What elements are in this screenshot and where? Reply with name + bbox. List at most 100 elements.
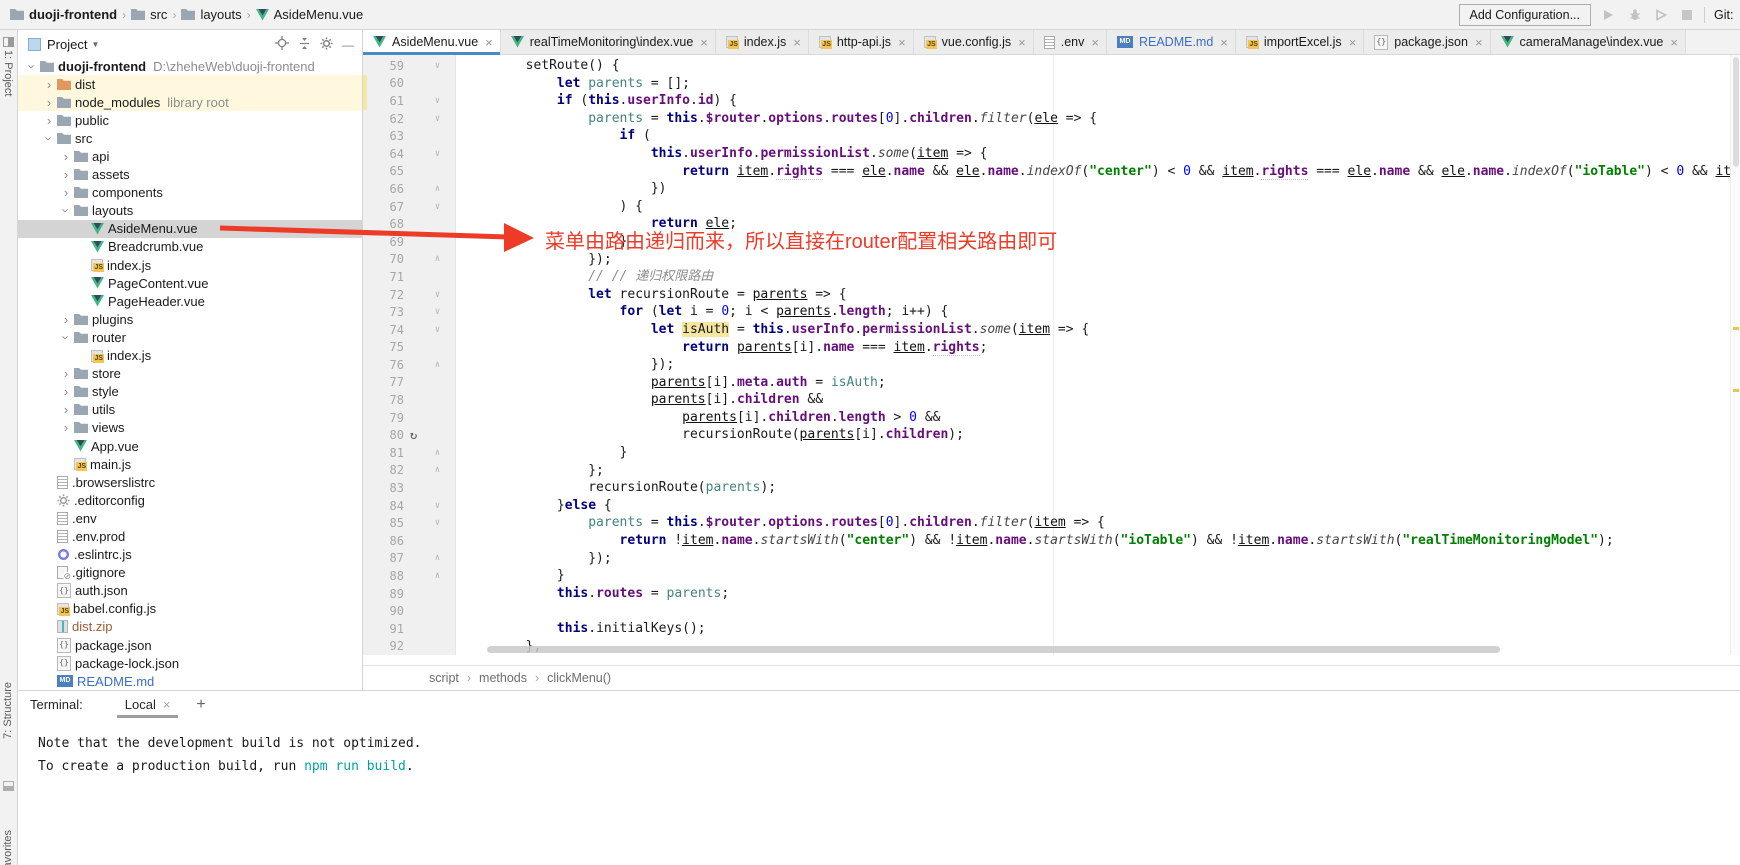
tree-item[interactable]: ›dist	[18, 75, 362, 93]
tree-item[interactable]: PageHeader.vue	[18, 292, 362, 310]
tree-item[interactable]: ›duoji-frontendD:\zheheWeb\duoji-fronten…	[18, 57, 362, 75]
tree-item[interactable]: ⊘.gitignore	[18, 564, 362, 582]
chevron-icon[interactable]: ›	[58, 149, 74, 164]
close-icon[interactable]: ×	[1670, 35, 1678, 50]
chevron-icon[interactable]: ›	[58, 366, 74, 381]
tree-item[interactable]: ›assets	[18, 166, 362, 184]
tree-item[interactable]: JSindex.js	[18, 256, 362, 274]
project-panel-title[interactable]: Project	[47, 37, 87, 52]
stripe-project-label[interactable]: 1: Project	[2, 50, 14, 96]
close-icon[interactable]: ×	[1220, 35, 1228, 50]
editor-tab[interactable]: realTimeMonitoring\index.vue×	[501, 30, 716, 54]
tree-item[interactable]: .eslintrc.js	[18, 546, 362, 564]
fold-marker[interactable]: ∨	[421, 290, 454, 300]
hide-panel-icon[interactable]: —	[342, 38, 354, 52]
tree-item[interactable]: ›api	[18, 147, 362, 165]
fold-marker[interactable]: ∨	[421, 61, 454, 71]
tree-item[interactable]: JSindex.js	[18, 347, 362, 365]
chevron-icon[interactable]: ›	[41, 95, 57, 110]
tree-item[interactable]: ›public	[18, 111, 362, 129]
fold-marker[interactable]: ∧	[421, 360, 454, 370]
fold-marker[interactable]: ∨	[421, 518, 454, 528]
tree-item[interactable]: .env.prod	[18, 527, 362, 545]
terminal-output[interactable]: Note that the development build is not o…	[18, 718, 1740, 778]
fold-marker[interactable]: ∨	[421, 149, 454, 159]
tree-item[interactable]: dist.zip	[18, 618, 362, 636]
tree-item[interactable]: {}auth.json	[18, 582, 362, 600]
chevron-icon[interactable]: ›	[42, 130, 57, 146]
tree-item[interactable]: App.vue	[18, 437, 362, 455]
chevron-down-icon[interactable]: ▼	[91, 40, 99, 49]
terminal-tab-local[interactable]: Local ×	[121, 691, 175, 718]
editor-breadcrumb-item[interactable]: methods	[479, 671, 527, 685]
editor-tab[interactable]: JSindex.js×	[716, 30, 809, 54]
editor-tab[interactable]: MDREADME.md×	[1107, 30, 1236, 54]
chevron-icon[interactable]: ›	[58, 420, 74, 435]
tree-item[interactable]: ›style	[18, 383, 362, 401]
editor-tab[interactable]: JSvue.config.js×	[914, 30, 1034, 54]
tree-item[interactable]: ›layouts	[18, 202, 362, 220]
code-viewport[interactable]: 59∨ setRoute() {60 let parents = [];61∨ …	[363, 55, 1740, 655]
fold-marker[interactable]: ∨	[421, 96, 454, 106]
editor-breadcrumb-item[interactable]: clickMenu()	[547, 671, 611, 685]
close-icon[interactable]: ×	[898, 35, 906, 50]
locate-file-icon[interactable]	[275, 36, 289, 53]
fold-marker[interactable]: ∧	[421, 448, 454, 458]
close-icon[interactable]: ×	[1475, 35, 1483, 50]
tree-item[interactable]: .browserslistrc	[18, 473, 362, 491]
chevron-icon[interactable]: ›	[58, 402, 74, 417]
favorites-tool-window-icon[interactable]	[3, 778, 14, 796]
tree-item[interactable]: ›node_moduleslibrary root	[18, 93, 362, 111]
run-icon[interactable]	[1600, 7, 1617, 23]
collapse-all-icon[interactable]	[298, 37, 311, 53]
breadcrumb-item[interactable]: src	[131, 7, 167, 22]
tree-item[interactable]: Breadcrumb.vue	[18, 238, 362, 256]
chevron-icon[interactable]: ›	[58, 384, 74, 399]
tree-item[interactable]: JSbabel.config.js	[18, 600, 362, 618]
settings-gear-icon[interactable]	[320, 37, 333, 53]
tree-item[interactable]: {}package-lock.json	[18, 654, 362, 672]
tree-item[interactable]: ›plugins	[18, 310, 362, 328]
new-terminal-session-button[interactable]: +	[196, 696, 205, 714]
fold-marker[interactable]: ∧	[421, 184, 454, 194]
fold-marker[interactable]: ∨	[421, 202, 454, 212]
chevron-icon[interactable]: ›	[41, 77, 57, 92]
chevron-icon[interactable]: ›	[59, 329, 74, 345]
editor-tab[interactable]: cameraManage\index.vue×	[1491, 30, 1686, 54]
chevron-icon[interactable]: ›	[58, 185, 74, 200]
tree-item[interactable]: ›utils	[18, 401, 362, 419]
editor-breadcrumb-item[interactable]: script	[429, 671, 459, 685]
stripe-structure-label[interactable]: 7: Structure	[2, 682, 14, 739]
editor-tab[interactable]: {}package.json×	[1364, 30, 1490, 54]
git-label[interactable]: Git:	[1714, 8, 1740, 22]
tree-item[interactable]: JSmain.js	[18, 455, 362, 473]
fold-marker[interactable]: ∧	[421, 571, 454, 581]
close-icon[interactable]: ×	[1091, 35, 1099, 50]
chevron-icon[interactable]: ›	[58, 312, 74, 327]
tree-item[interactable]: ›router	[18, 328, 362, 346]
close-icon[interactable]: ×	[1349, 35, 1357, 50]
close-icon[interactable]: ×	[1018, 35, 1026, 50]
chevron-icon[interactable]: ›	[59, 203, 74, 219]
tree-item[interactable]: ›store	[18, 365, 362, 383]
add-configuration-button[interactable]: Add Configuration...	[1459, 4, 1592, 26]
error-stripe[interactable]	[1730, 55, 1740, 655]
tree-item[interactable]: .editorconfig	[18, 491, 362, 509]
fold-marker[interactable]: ∨	[421, 114, 454, 124]
editor-tab[interactable]: JSimportExcel.js×	[1236, 30, 1364, 54]
stop-icon[interactable]	[1678, 7, 1695, 23]
fold-marker[interactable]: ∧	[421, 553, 454, 563]
fold-marker[interactable]: ∨	[421, 325, 454, 335]
warning-stripe-mark[interactable]	[1733, 389, 1739, 392]
breadcrumb-item[interactable]: duoji-frontend	[10, 7, 117, 22]
chevron-icon[interactable]: ›	[25, 58, 40, 74]
tree-item[interactable]: .env	[18, 509, 362, 527]
tree-item[interactable]: ›components	[18, 184, 362, 202]
tree-item[interactable]: ›views	[18, 419, 362, 437]
horizontal-scrollbar[interactable]	[487, 646, 1500, 653]
editor-tab[interactable]: .env×	[1034, 30, 1107, 54]
warning-stripe-mark[interactable]	[1733, 327, 1739, 330]
tree-item[interactable]: ›src	[18, 129, 362, 147]
fold-marker[interactable]: ∨	[421, 501, 454, 511]
stripe-favorites-label[interactable]: 2: Favorites	[2, 830, 14, 865]
